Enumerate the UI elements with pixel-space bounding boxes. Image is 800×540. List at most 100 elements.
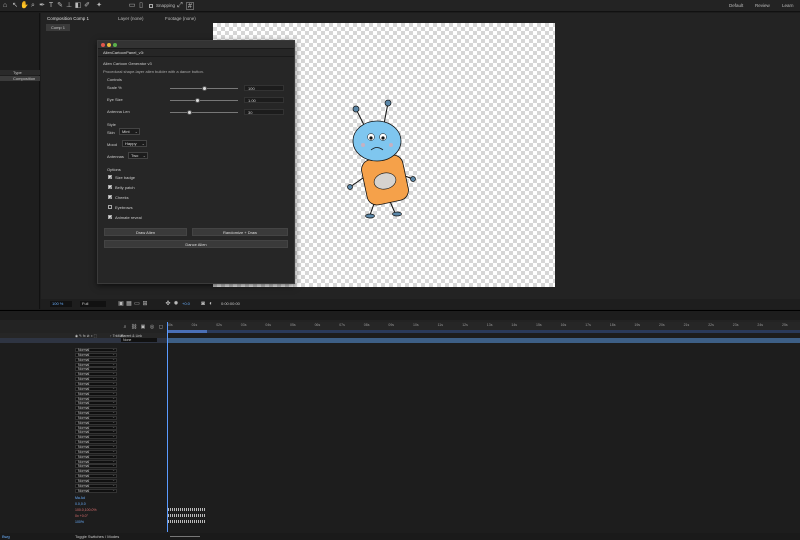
roto-tool-icon[interactable]: ✐	[83, 2, 91, 10]
layer-mode-select[interactable]: Normal	[75, 352, 117, 357]
layer-mode-select[interactable]: Normal	[75, 411, 117, 416]
randomize-draw-button[interactable]: Randomize + Draw	[192, 228, 288, 236]
mood-select[interactable]: Happy ⌄	[122, 140, 147, 147]
region-icon[interactable]: ▣	[117, 300, 125, 308]
select-tool-icon[interactable]: ↖	[11, 2, 19, 10]
layer-mode-select[interactable]: Normal	[75, 469, 117, 474]
layer-mode-select[interactable]: Normal	[75, 401, 117, 406]
layer-mode-select[interactable]: Normal	[75, 459, 117, 464]
resolution-dropdown[interactable]: Full	[80, 301, 106, 307]
antenna-len-slider[interactable]	[170, 112, 238, 113]
layer-mode-select[interactable]: Normal	[75, 406, 117, 411]
layer-mode-select[interactable]: Normal	[75, 478, 117, 483]
comp-flowchart-icon[interactable]: ⛓	[130, 323, 138, 331]
motion-blur-icon[interactable]: ◎	[148, 323, 156, 331]
opacity-value[interactable]: 100%	[75, 520, 84, 524]
project-item[interactable]: Composition	[0, 76, 40, 81]
antenna-len-slider-knob[interactable]	[186, 109, 192, 115]
align-icon[interactable]: ▭	[128, 2, 136, 10]
layer-mode-select[interactable]: Normal	[75, 372, 117, 377]
eyebrows-checkbox[interactable]	[108, 205, 112, 209]
eye-size-slider-knob[interactable]	[194, 97, 200, 103]
layer-duration-bar[interactable]	[167, 338, 800, 343]
panel-tab-title[interactable]: AlienCartoonPanel_v3	[103, 50, 143, 55]
skin-select[interactable]: Mint ⌄	[119, 128, 140, 135]
hand-tool-icon[interactable]: ✋	[20, 2, 29, 10]
workspace-review[interactable]: Review	[755, 3, 770, 8]
layer-mode-select[interactable]: Normal	[75, 357, 117, 362]
search-icon[interactable]: ⌕	[121, 323, 129, 331]
antenna-len-input[interactable]: 30	[244, 109, 284, 115]
keyframe-row[interactable]	[168, 508, 206, 511]
close-window-icon[interactable]	[101, 43, 105, 47]
zoom-window-icon[interactable]	[113, 43, 117, 47]
scale-input[interactable]: 100	[244, 85, 284, 91]
panel-tab-close-icon[interactable]: ×	[142, 50, 144, 55]
zoom-dropdown[interactable]: 100 %	[50, 301, 72, 307]
show-channel-icon[interactable]: ◐	[207, 300, 215, 308]
minimize-window-icon[interactable]	[107, 43, 111, 47]
zoom-tool-icon[interactable]: ⌕	[29, 2, 37, 10]
work-area-bar[interactable]	[167, 330, 207, 333]
layer-mode-select[interactable]: Normal	[75, 464, 117, 469]
exposure-value[interactable]: +0.0	[182, 301, 190, 306]
distribute-icon[interactable]: ▯	[137, 2, 145, 10]
brush-tool-icon[interactable]: ✎	[56, 2, 64, 10]
eye-size-slider[interactable]	[170, 100, 238, 101]
layer-mode-select[interactable]: Normal	[75, 391, 117, 396]
layer-mode-select[interactable]: Normal	[75, 386, 117, 391]
layer-mode-select[interactable]: Normal	[75, 474, 117, 479]
snap-grid-icon[interactable]: #	[186, 2, 194, 10]
scale-slider-knob[interactable]	[201, 85, 207, 91]
layer-mode-select[interactable]: Normal	[75, 396, 117, 401]
current-time[interactable]: 0:00:00:00	[221, 301, 240, 306]
playhead[interactable]	[167, 322, 168, 532]
camera-icon[interactable]: ◙	[199, 300, 207, 308]
layer-mode-select[interactable]: Normal	[75, 483, 117, 488]
position-value[interactable]: 100.0,100.0%	[75, 508, 97, 512]
layer-mode-select[interactable]: Normal	[75, 425, 117, 430]
parent-dropdown[interactable]: None	[121, 338, 157, 342]
snap-option-icon[interactable]: ⤢	[176, 2, 184, 10]
layer-mode-select[interactable]: Normal	[75, 377, 117, 382]
layer-mode-select[interactable]: Normal	[75, 362, 117, 367]
panel-titlebar[interactable]	[98, 41, 294, 49]
draft-3d-icon[interactable]: ▣	[139, 323, 147, 331]
color-icon[interactable]: ✤	[164, 300, 172, 308]
layer-mode-select[interactable]: Normal	[75, 381, 117, 386]
antennas-select[interactable]: Two ⌄	[128, 152, 148, 159]
anchor-point-value[interactable]: 0.0,0.0	[75, 502, 86, 506]
reset-exposure-icon[interactable]: ✹	[172, 300, 180, 308]
tab-composition[interactable]: Composition Comp 1	[47, 16, 89, 21]
layer-mode-select[interactable]: Normal	[75, 454, 117, 459]
layer-mode-select[interactable]: Normal	[75, 445, 117, 449]
stamp-tool-icon[interactable]: ⊥	[65, 2, 73, 10]
graph-editor-icon[interactable]: ◻	[157, 323, 165, 331]
toggle-switches-modes[interactable]: Toggle Switches / Modes	[75, 534, 119, 539]
layer-mode-select[interactable]: Normal	[75, 367, 117, 372]
keyframe-row[interactable]	[168, 520, 206, 523]
eye-size-input[interactable]: 1.00	[244, 97, 284, 103]
type-tool-icon[interactable]: T	[47, 2, 55, 10]
layer-mode-select[interactable]: Normal	[75, 430, 117, 435]
keyframe-row[interactable]	[168, 514, 206, 517]
layer-row-selected[interactable]: None	[0, 338, 167, 343]
pen-tool-icon[interactable]: ✒	[38, 2, 46, 10]
tab-layer[interactable]: Layer (none)	[118, 16, 144, 21]
eraser-tool-icon[interactable]: ◧	[74, 2, 82, 10]
layer-mode-select[interactable]: Normal	[75, 449, 117, 454]
layer-mode-select[interactable]: Normal	[75, 435, 117, 440]
cheeks-checkbox[interactable]: ✓	[108, 195, 112, 200]
tab-footage[interactable]: Footage (none)	[165, 16, 196, 21]
draw-alien-button[interactable]: Draw Alien	[104, 228, 187, 236]
puppet-tool-icon[interactable]: ✦	[95, 2, 103, 10]
belly-patch-checkbox[interactable]: ✓	[108, 185, 112, 190]
animate-reveal-checkbox[interactable]: ✓	[108, 215, 112, 220]
home-icon[interactable]: ⌂	[1, 2, 9, 10]
snapping-checkbox[interactable]	[149, 4, 153, 8]
workspace-learn[interactable]: Learn	[782, 3, 794, 8]
layer-mode-select[interactable]: Normal	[75, 348, 117, 352]
layer-mode-select[interactable]: Normal	[75, 488, 117, 493]
transparency-grid-icon[interactable]: ▦	[125, 300, 133, 308]
layer-mode-select[interactable]: Normal	[75, 415, 117, 420]
